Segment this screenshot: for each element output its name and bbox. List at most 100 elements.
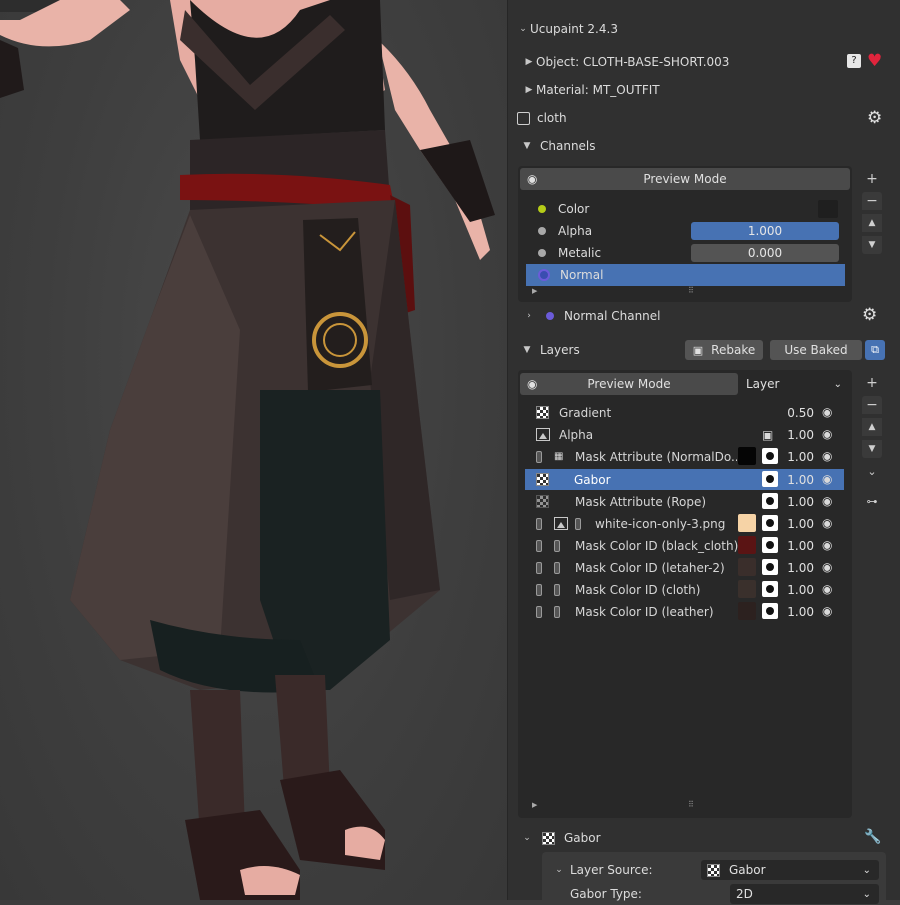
layer-row[interactable]: Mask Color ID (cloth) 1.00 ◉ — [525, 579, 844, 600]
mask-circle-icon[interactable] — [762, 559, 778, 575]
hierarchy-icon[interactable]: ⊶ — [862, 492, 882, 510]
mask-circle-icon[interactable] — [762, 493, 778, 509]
triangle-down-icon[interactable]: ▼ — [520, 345, 534, 355]
layers-preview-mode-button[interactable]: ◉ Preview Mode — [520, 373, 738, 395]
chevron-down-icon[interactable]: ⌄ — [862, 462, 882, 480]
dot-icon — [538, 249, 546, 257]
eye-icon[interactable]: ◉ — [822, 516, 836, 530]
eye-icon[interactable]: ◉ — [822, 472, 836, 486]
help-icon[interactable]: ? — [847, 54, 861, 68]
image-icon — [554, 517, 568, 530]
layer-mode-dropdown[interactable]: Layer ⌄ — [740, 373, 850, 395]
eye-icon[interactable]: ◉ — [822, 582, 836, 596]
remove-icon[interactable]: − — [862, 396, 882, 414]
layer-opacity[interactable]: 1.00 — [784, 583, 814, 597]
layer-color-swatch[interactable] — [738, 447, 756, 465]
layer-color-swatch[interactable] — [738, 514, 756, 532]
triangle-down-icon[interactable]: ▼ — [520, 141, 534, 151]
chevron-down-icon[interactable]: ⌄ — [516, 24, 530, 34]
add-icon[interactable]: + — [862, 374, 882, 392]
move-down-icon[interactable]: ▼ — [862, 236, 882, 254]
chevron-down-icon[interactable]: ⌄ — [552, 865, 566, 875]
layer-opacity[interactable]: 1.00 — [784, 517, 814, 531]
color-dot-icon — [538, 205, 546, 213]
layer-opacity[interactable]: 1.00 — [784, 428, 814, 442]
eye-icon[interactable]: ◉ — [527, 377, 537, 391]
mask-circle-icon[interactable] — [762, 515, 778, 531]
use-baked-button[interactable]: Use Baked — [770, 340, 862, 360]
layer-color-swatch[interactable] — [738, 580, 756, 598]
layer-row[interactable]: Gradient 0.50 ◉ — [525, 402, 844, 423]
layer-row[interactable]: Mask Color ID (letaher-2) 1.00 ◉ — [525, 557, 844, 578]
gabor-type-dropdown[interactable]: 2D ⌄ — [730, 884, 879, 904]
mask-circle-icon[interactable] — [762, 581, 778, 597]
channels-header[interactable]: ▼ Channels — [520, 135, 900, 157]
channel-row-selected[interactable]: Normal — [526, 264, 845, 286]
chevron-right-icon[interactable]: › — [522, 311, 536, 321]
eye-icon[interactable]: ◉ — [822, 560, 836, 574]
material-row[interactable]: ▶ Material: MT_OUTFIT — [522, 79, 900, 101]
gear-icon[interactable]: ⚙ — [862, 305, 877, 325]
layer-opacity[interactable]: 1.00 — [784, 539, 814, 553]
layer-color-swatch[interactable] — [738, 536, 756, 554]
alpha-value-field[interactable]: 1.000 — [691, 222, 839, 240]
mask-circle-icon[interactable] — [762, 471, 778, 487]
mask-circle-icon[interactable] — [762, 603, 778, 619]
eye-icon[interactable]: ◉ — [822, 494, 836, 508]
layer-opacity[interactable]: 0.50 — [784, 406, 814, 420]
add-icon[interactable]: + — [862, 170, 882, 188]
addon-header[interactable]: ⌄ Ucupaint 2.4.3 — [516, 18, 900, 40]
layer-source-dropdown[interactable]: Gabor ⌄ — [701, 860, 879, 880]
mask-circle-icon[interactable] — [762, 537, 778, 553]
layer-row[interactable]: white-icon-only-3.png 1.00 ◉ — [525, 513, 844, 534]
triangle-right-icon[interactable]: ▶ — [522, 57, 536, 67]
gear-icon[interactable]: ⚙ — [867, 108, 882, 128]
layer-opacity[interactable]: 1.00 — [784, 495, 814, 509]
move-up-icon[interactable]: ▲ — [862, 418, 882, 436]
layer-name: Gabor — [574, 472, 611, 487]
gabor-header[interactable]: ⌄ Gabor — [520, 827, 900, 849]
move-down-icon[interactable]: ▼ — [862, 440, 882, 458]
channel-row[interactable]: Color — [538, 198, 848, 220]
expand-arrow-icon[interactable]: ▶ — [532, 801, 537, 809]
layer-color-swatch[interactable] — [738, 602, 756, 620]
move-up-icon[interactable]: ▲ — [862, 214, 882, 232]
layer-opacity[interactable]: 1.00 — [784, 473, 814, 487]
eye-icon[interactable]: ◉ — [822, 405, 836, 419]
metallic-value-field[interactable]: 0.000 — [691, 244, 839, 262]
color-swatch[interactable] — [818, 200, 838, 218]
eye-icon[interactable]: ◉ — [822, 538, 836, 552]
chevron-down-icon[interactable]: ⌄ — [520, 833, 534, 843]
layer-row-selected[interactable]: Gabor 1.00 ◉ — [525, 469, 844, 490]
layer-opacity[interactable]: 1.00 — [784, 561, 814, 575]
layer-row[interactable]: Mask Attribute (Rope) 1.00 ◉ — [525, 491, 844, 512]
mask-circle-icon[interactable] — [762, 448, 778, 464]
rebake-button[interactable]: ▣ Rebake — [685, 340, 763, 360]
3d-viewport[interactable] — [0, 0, 507, 900]
layer-row[interactable]: Mask Color ID (black_cloth) 1.00 ◉ — [525, 535, 844, 556]
layer-row[interactable]: Alpha ▣ 1.00 ◉ — [525, 424, 844, 445]
layer-row[interactable]: ▦ Mask Attribute (NormalDo... 1.00 ◉ — [525, 446, 844, 467]
layer-color-swatch[interactable] — [738, 558, 756, 576]
object-row[interactable]: ▶ Object: CLOTH-BASE-SHORT.003 — [522, 51, 900, 73]
layer-row[interactable]: Mask Color ID (leather) 1.00 ◉ — [525, 601, 844, 622]
layer-opacity[interactable]: 1.00 — [784, 605, 814, 619]
bake-icon: ▣ — [762, 427, 774, 442]
resize-grip-icon[interactable]: ⠿ — [688, 286, 694, 295]
layer-source-label: Layer Source: — [570, 863, 653, 877]
resize-grip-icon[interactable]: ⠿ — [688, 800, 694, 809]
normal-channel-row[interactable]: › Normal Channel — [522, 305, 900, 327]
channels-preview-mode-button[interactable]: ◉ Preview Mode — [520, 168, 850, 190]
bake-copy-icon[interactable]: ⧉ — [865, 340, 885, 360]
wrench-icon[interactable]: 🔧 — [864, 829, 881, 845]
triangle-right-icon[interactable]: ▶ — [522, 85, 536, 95]
expand-arrow-icon[interactable]: ▶ — [532, 287, 537, 295]
eye-icon[interactable]: ◉ — [822, 449, 836, 463]
heart-icon[interactable]: ♥ — [867, 51, 882, 71]
eye-icon[interactable]: ◉ — [822, 604, 836, 618]
remove-icon[interactable]: − — [862, 192, 882, 210]
layer-opacity[interactable]: 1.00 — [784, 450, 814, 464]
image-row[interactable]: cloth — [517, 107, 900, 129]
eye-icon[interactable]: ◉ — [822, 427, 836, 441]
eye-icon[interactable]: ◉ — [527, 172, 537, 186]
